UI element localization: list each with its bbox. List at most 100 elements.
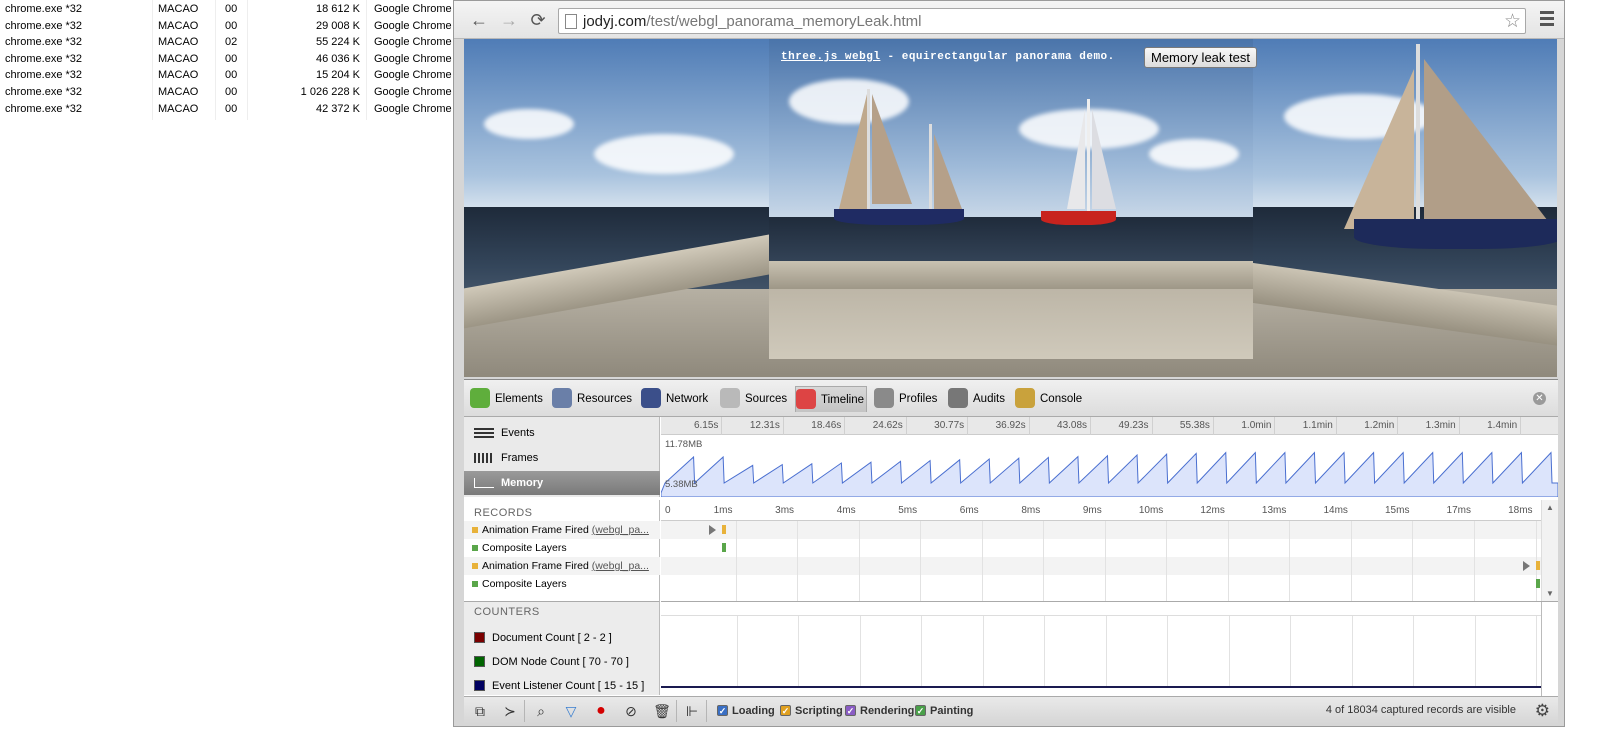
overview-time-tick: 43.08s xyxy=(1030,417,1092,435)
filter-checkbox[interactable]: ✓ xyxy=(717,705,728,716)
record-type: Composite Layers xyxy=(482,542,567,554)
record-source-link[interactable]: (webgl_pa... xyxy=(592,524,649,536)
records-scrollbar[interactable]: ▲ ▼ xyxy=(1541,500,1558,601)
process-cpu: 00 xyxy=(225,86,238,98)
overview-time-tick: 1.3min xyxy=(1398,417,1460,435)
overview-item-events[interactable]: Events xyxy=(464,421,660,445)
memory-overview-graph[interactable]: 11.78MB 5.38MB xyxy=(661,435,1558,497)
record-row[interactable]: Composite Layers xyxy=(464,575,660,593)
records-time-tick: 3ms xyxy=(775,505,795,516)
address-bar[interactable]: jodyj.com/test/webgl_panorama_memoryLeak… xyxy=(558,8,1526,34)
process-row[interactable]: chrome.exe *32 MACAO 00 42 372 K Google Chro… xyxy=(0,101,452,118)
filter-label: Painting xyxy=(930,705,974,717)
process-row[interactable]: chrome.exe *32 MACAO 00 46 036 K Google Chro… xyxy=(0,51,452,68)
memory-leak-test-button[interactable]: Memory leak test xyxy=(1144,47,1257,68)
filter-icon[interactable]: ▽ xyxy=(560,701,582,721)
dock-icon[interactable]: ⧉ xyxy=(469,701,491,721)
filter-checkbox[interactable]: ✓ xyxy=(845,705,856,716)
tab-sources[interactable]: Sources xyxy=(720,386,790,412)
memory-max-label: 11.78MB xyxy=(665,439,703,450)
expand-arrow-icon[interactable] xyxy=(709,525,716,535)
tab-elements[interactable]: Elements xyxy=(470,386,546,412)
tab-network[interactable]: Network xyxy=(641,386,715,412)
sail xyxy=(934,134,962,209)
record-bar[interactable] xyxy=(722,525,726,534)
process-row[interactable]: chrome.exe *32 MACAO 02 55 224 K Google Chro… xyxy=(0,34,452,51)
process-row[interactable]: chrome.exe *32 MACAO 00 18 612 K Google Chro… xyxy=(0,1,452,18)
webgl-panorama-canvas[interactable]: three.js webgl - equirectangular panoram… xyxy=(464,39,1557,377)
boat-hull xyxy=(1354,219,1557,249)
garbage-collect-icon[interactable]: 🗑 xyxy=(651,701,673,721)
bookmark-star-icon[interactable]: ☆ xyxy=(1504,10,1521,33)
counter-color-swatch xyxy=(474,656,485,667)
sail xyxy=(1092,109,1116,209)
filter-checkbox[interactable]: ✓ xyxy=(915,705,926,716)
overview-item-memory[interactable]: Memory xyxy=(464,471,660,495)
process-cpu: 00 xyxy=(225,102,238,115)
pier-wall xyxy=(769,261,1253,291)
url-text[interactable]: jodyj.com/test/webgl_panorama_memoryLeak… xyxy=(583,13,922,30)
record-source-link[interactable]: (webgl_pa... xyxy=(592,560,649,572)
timeline-icon xyxy=(796,389,816,409)
record-row[interactable]: Animation Frame Fired (webgl_pa... xyxy=(464,521,660,539)
process-name: chrome.exe *32 xyxy=(5,36,83,49)
tab-timeline[interactable]: Timeline xyxy=(795,386,867,412)
search-icon[interactable]: ⌕ xyxy=(530,701,552,721)
grid-line xyxy=(1043,521,1045,601)
back-icon[interactable]: ← xyxy=(468,9,490,31)
grid-line xyxy=(1227,521,1229,601)
cloud xyxy=(484,109,574,139)
expand-arrow-icon[interactable] xyxy=(1523,561,1530,571)
record-label: Animation Frame Fired (webgl_pa... xyxy=(482,521,649,539)
network-icon xyxy=(641,388,661,408)
console-drawer-icon[interactable]: ≻ xyxy=(499,701,521,721)
record-row[interactable]: Composite Layers xyxy=(464,539,660,557)
memory-sawtooth-graph xyxy=(661,451,1558,497)
glue-records-icon[interactable]: ⊩ xyxy=(681,701,703,721)
chrome-menu-icon[interactable] xyxy=(1540,11,1554,27)
process-user: MACAO xyxy=(158,36,199,49)
close-icon[interactable]: ✕ xyxy=(1533,392,1546,405)
tab-label: Sources xyxy=(745,393,788,405)
sail xyxy=(872,94,912,204)
cloud xyxy=(1149,139,1239,169)
record-bar[interactable] xyxy=(1536,561,1540,570)
process-memory: 46 036 K xyxy=(315,52,360,65)
sail xyxy=(1067,109,1085,209)
mast xyxy=(1087,99,1090,214)
clear-icon[interactable]: ⊘ xyxy=(620,701,642,721)
overview-item-frames[interactable]: Frames xyxy=(464,446,660,470)
process-cpu: 00 xyxy=(225,52,238,65)
gear-icon[interactable]: ⚙ xyxy=(1535,701,1550,721)
records-time-tick: 13ms xyxy=(1261,505,1287,516)
record-timeline-row xyxy=(661,557,1541,575)
record-row[interactable]: Animation Frame Fired (webgl_pa... xyxy=(464,557,660,575)
tab-resources[interactable]: Resources xyxy=(552,386,636,412)
record-label: Composite Layers xyxy=(482,539,567,557)
grid-line xyxy=(920,521,922,601)
forward-icon[interactable]: → xyxy=(498,9,520,31)
tab-console[interactable]: Console xyxy=(1015,386,1082,412)
grid-line xyxy=(797,521,799,601)
overview-time-tick: 1.1min xyxy=(1275,417,1337,435)
process-memory: 18 612 K xyxy=(315,3,360,15)
tab-profiles[interactable]: Profiles xyxy=(874,386,944,412)
threejs-link[interactable]: three.js webgl xyxy=(781,51,880,63)
process-row[interactable]: chrome.exe *32 MACAO 00 1 026 228 K Google C… xyxy=(0,84,452,101)
tab-audits[interactable]: Audits xyxy=(948,386,1010,412)
process-row[interactable]: chrome.exe *32 MACAO 00 15 204 K Google Chro… xyxy=(0,67,452,84)
record-icon[interactable]: ● xyxy=(590,701,612,721)
counter-label: DOM Node Count [ 70 - 70 ] xyxy=(492,656,629,668)
process-row[interactable]: chrome.exe *32 MACAO 00 29 008 K Google Chro… xyxy=(0,18,452,35)
filter-checkbox[interactable]: ✓ xyxy=(780,705,791,716)
record-type: Animation Frame Fired xyxy=(482,560,589,572)
record-bar[interactable] xyxy=(1536,579,1540,588)
reload-icon[interactable]: ⟳ xyxy=(527,9,549,31)
page-icon xyxy=(565,14,577,29)
task-manager-list: chrome.exe *32 MACAO 00 18 612 K Google Chro… xyxy=(0,0,452,742)
record-bar[interactable] xyxy=(722,543,726,552)
records-time-tick: 18ms xyxy=(1508,505,1533,516)
records-time-tick: 15ms xyxy=(1385,505,1410,516)
mast xyxy=(1416,44,1420,234)
demo-title-rest: - equirectangular panorama demo. xyxy=(880,51,1115,63)
